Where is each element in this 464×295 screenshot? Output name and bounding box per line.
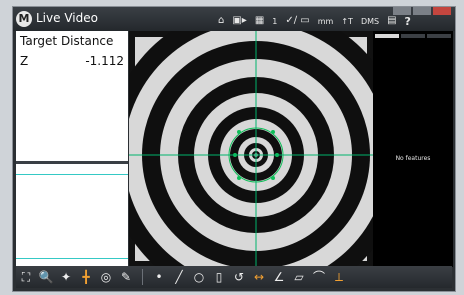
live-video-view[interactable] <box>129 31 373 267</box>
pen-icon[interactable]: ✎ <box>116 267 136 287</box>
dro-panel: Target Distance Z -1.112 <box>16 31 128 267</box>
arc-icon[interactable]: ↺ <box>229 267 249 287</box>
close-button[interactable] <box>433 7 451 15</box>
layout-icon[interactable]: ▤ <box>387 14 396 28</box>
edge-icon[interactable]: ╋ <box>76 267 96 287</box>
preview-line <box>16 174 128 175</box>
maximize-button[interactable] <box>413 7 431 15</box>
video-camera-icon[interactable]: ▣▸ <box>232 14 246 28</box>
features-tabs <box>375 34 451 40</box>
concentric-rings <box>129 31 373 267</box>
target-image <box>129 31 373 267</box>
parallelogram-icon[interactable]: ▱ <box>289 267 309 287</box>
preview-line <box>16 258 128 259</box>
tab-report[interactable] <box>427 34 451 38</box>
toolbar-separator <box>142 269 143 285</box>
curve-icon[interactable]: ⌒ <box>309 267 329 287</box>
home-icon[interactable]: ⌂ <box>218 14 224 28</box>
dro-axis-label: Z <box>20 54 29 68</box>
datum-icon[interactable]: ⟂ <box>329 267 349 287</box>
ruler-icon[interactable]: ✓∕ ▭ <box>285 14 309 28</box>
circle-icon[interactable]: ○ <box>189 267 209 287</box>
features-panel: No features <box>373 31 453 267</box>
grid-icon[interactable]: ▦ <box>255 14 264 28</box>
no-features-text: No features <box>395 155 431 162</box>
tab-features[interactable] <box>375 34 399 38</box>
toolbar-number: 1 <box>272 16 278 26</box>
bottom-toolbar: ⛶ 🔍 ✦ ╋ ◎ ✎ • ╱ ○ ▯ ↺ ↔ ∠ ▱ ⌒ ⟂ <box>16 266 452 288</box>
point-tool-icon[interactable]: • <box>149 267 169 287</box>
dms-toggle[interactable]: DMS <box>361 17 379 26</box>
app-logo[interactable]: M <box>16 11 32 27</box>
feature-preview <box>16 164 128 267</box>
live-video-window: M Live Video ⌂ ▣▸ ▦ 1 ✓∕ ▭ mm ↑T DMS ▤ ?… <box>12 6 456 292</box>
window-title: Live Video <box>36 11 98 25</box>
unit-label[interactable]: mm <box>318 17 334 26</box>
toolbar: ⌂ ▣▸ ▦ 1 ✓∕ ▭ mm ↑T DMS ▤ ? <box>218 13 411 29</box>
dro-value: -1.112 <box>85 54 124 68</box>
tt-toggle[interactable]: ↑T <box>341 17 353 26</box>
point-icon[interactable]: ✦ <box>56 267 76 287</box>
circle-tool-icon[interactable]: ◎ <box>96 267 116 287</box>
distance-icon[interactable]: ↔ <box>249 267 269 287</box>
tab-details[interactable] <box>401 34 425 38</box>
title-bar: M Live Video ⌂ ▣▸ ▦ 1 ✓∕ ▭ mm ↑T DMS ▤ ? <box>13 7 455 31</box>
angle-icon[interactable]: ∠ <box>269 267 289 287</box>
help-button[interactable]: ? <box>405 15 411 28</box>
line-tool-icon[interactable]: ╱ <box>169 267 189 287</box>
probe-icon[interactable]: ⛶ <box>16 267 36 287</box>
magnify-icon[interactable]: 🔍 <box>36 267 56 287</box>
dro-title: Target Distance <box>20 34 114 48</box>
slot-icon[interactable]: ▯ <box>209 267 229 287</box>
